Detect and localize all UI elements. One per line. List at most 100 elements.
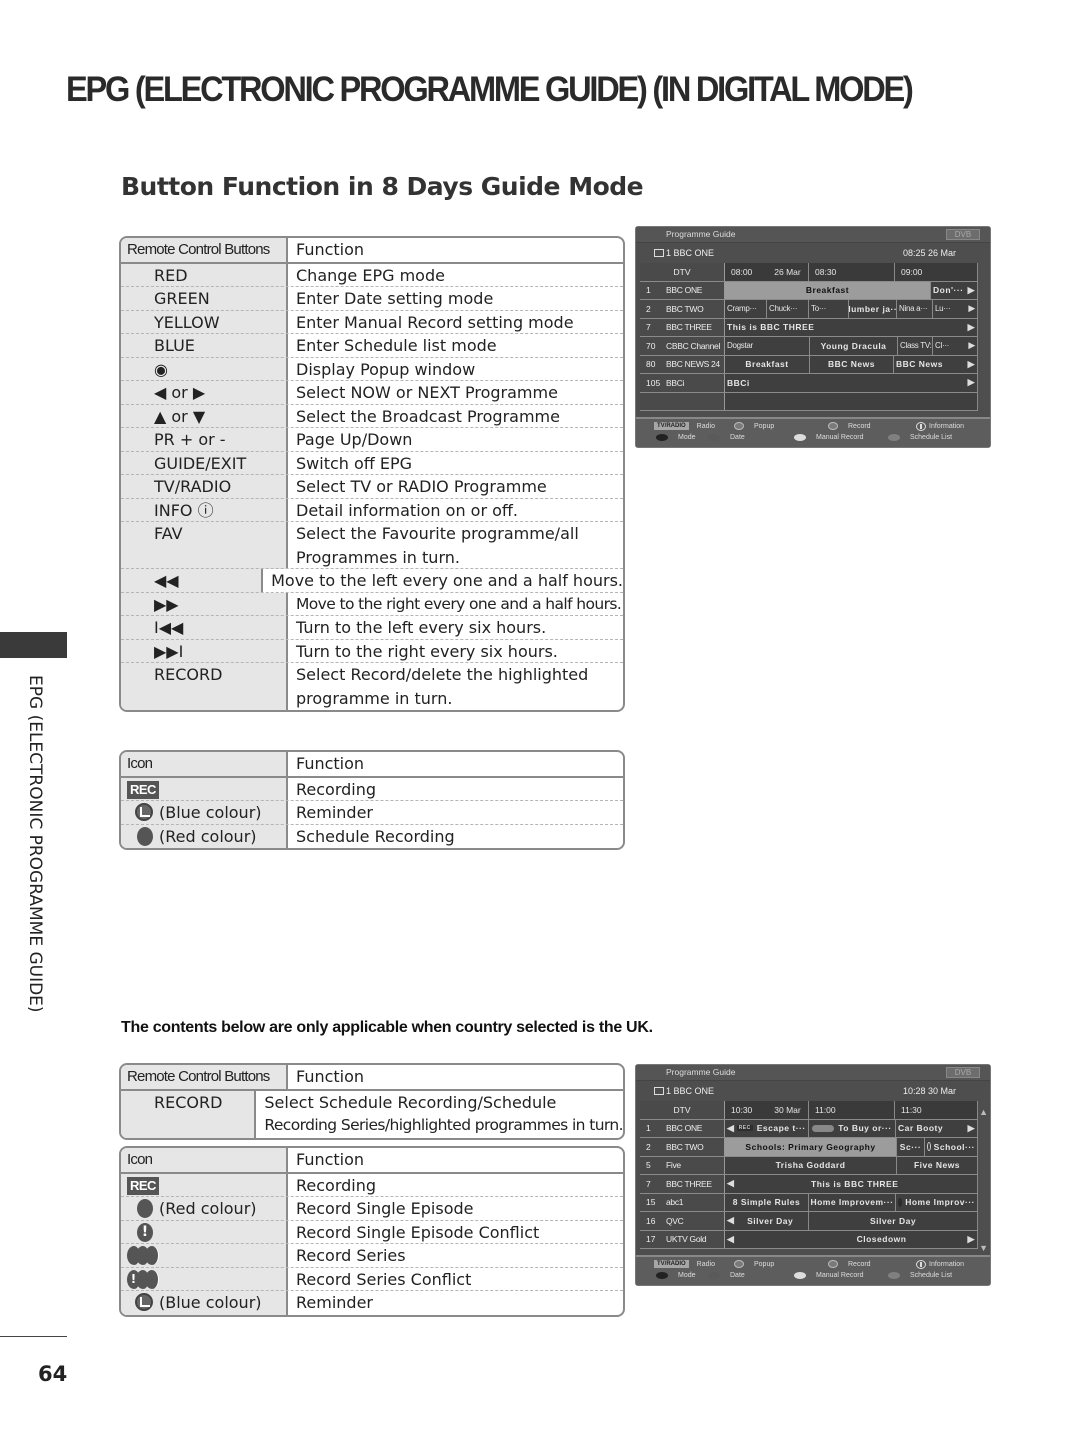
channel-number: 2 <box>646 1141 651 1152</box>
function-text: Change EPG mode <box>296 265 445 285</box>
programme-cell[interactable]: Lu··· ▶ <box>933 300 978 318</box>
scroll-left-icon: ◀ <box>727 1122 735 1133</box>
programme-cell[interactable]: Chuck··· <box>767 300 809 318</box>
channel-name: BBC ONE <box>666 285 703 296</box>
scroll-right-icon: ▶ <box>967 377 975 388</box>
programme-cell[interactable]: ◀ Closedown ▶ <box>725 1230 978 1248</box>
reminder-clock-icon <box>135 1293 153 1311</box>
programme-cell[interactable]: Class TV:- <box>898 337 933 355</box>
programme-title: Cl··· <box>935 341 950 351</box>
programme-cell[interactable]: BBC News ▶ <box>894 355 978 373</box>
programme-cell[interactable]: Home Improvem··· <box>809 1193 896 1211</box>
legend-popup: Popup <box>754 1260 775 1268</box>
epg-channel-row[interactable] <box>640 392 978 411</box>
epg-channel-row[interactable]: 7 BBC THREE ◀ This is BBC THREE <box>640 1175 978 1194</box>
channel-number: 16 <box>646 1215 656 1226</box>
programme-title: Chuck··· <box>769 304 798 314</box>
table-row: Record Series Conflict <box>121 1267 623 1291</box>
current-channel: 1 BBC ONE <box>654 248 714 258</box>
programme-cell[interactable]: Young Dracula <box>810 337 898 355</box>
programme-cell[interactable]: Trisha Goddard <box>725 1156 897 1174</box>
programme-cell[interactable]: School··· <box>925 1138 978 1156</box>
reminder-clock-icon <box>927 1142 931 1152</box>
table-header: Remote Control Buttons Function <box>121 238 623 264</box>
epg-header-row: DTV 08:00 26 Mar 08:30 09:00 <box>640 263 978 282</box>
table-row: TV/RADIO Select TV or RADIO Programme <box>121 475 623 499</box>
programme-cell[interactable]: Breakfast <box>725 281 931 299</box>
epg-grid: DTV 08:00 26 Mar 08:30 09:00 1 BBC ONE Breakfas… <box>640 263 978 411</box>
time-slot-2: 08:30 <box>815 266 837 277</box>
epg-channel-row[interactable]: 16 QVC ◀ Silver Day Silver Day <box>640 1212 978 1231</box>
programme-cell[interactable]: Home Improv··· <box>896 1193 978 1211</box>
epg-channel-row[interactable]: 1 BBC ONE ◀ REC Escape t··· To Buy or··· Car B… <box>640 1119 978 1138</box>
tv-radio-button[interactable]: TV/RADIO <box>654 422 689 430</box>
programme-cell[interactable]: Dogstar <box>725 337 810 355</box>
programme-cell[interactable]: Nina a··· <box>897 300 933 318</box>
epg-title: Programme Guide <box>666 1067 736 1077</box>
button-name: ◀◀ <box>154 571 179 590</box>
scroll-down-icon[interactable]: ▼ <box>979 1243 988 1253</box>
epg-channel-row[interactable]: 7 BBC THREE This is BBC THREE ▶ <box>640 318 978 337</box>
programme-title: Schools: Primary Geography <box>745 1141 876 1152</box>
programme-cell[interactable]: Silver Day <box>809 1212 978 1230</box>
programme-cell[interactable]: Don'··· ▶ <box>931 281 978 299</box>
table-row: Record Single Episode Conflict <box>121 1220 623 1244</box>
scroll-up-icon[interactable]: ▲ <box>979 1107 988 1117</box>
programme-cell[interactable]: Cramp··· <box>725 300 767 318</box>
programme-title: Lu··· <box>935 304 951 314</box>
col-header-function: Function <box>296 754 365 773</box>
programme-title: Nina a··· <box>899 304 928 314</box>
programme-cell[interactable]: Number ja··· <box>849 300 897 318</box>
red-button-icon <box>656 434 668 441</box>
epg-channel-row[interactable]: 1 BBC ONE Breakfast Don'··· ▶ <box>640 281 978 300</box>
reminder-clock-icon <box>135 803 153 821</box>
function-text: Recording <box>296 1175 377 1195</box>
function-text: Reminder <box>296 1293 373 1312</box>
current-time: 08:25 26 Mar <box>902 248 956 258</box>
record-dot-icon <box>137 826 153 846</box>
programme-cell[interactable]: BBC News <box>810 355 894 373</box>
programme-title: Dogstar <box>727 341 753 351</box>
programme-title: BBCi <box>727 377 750 388</box>
function-text: Page Up/Down <box>296 430 413 449</box>
programme-cell[interactable]: Cl··· ▶ <box>933 337 978 355</box>
programme-title: Sc··· <box>899 1141 922 1152</box>
programme-cell[interactable]: ◀ This is BBC THREE <box>725 1175 978 1193</box>
button-name: TV/RADIO <box>154 477 232 496</box>
epg-channel-row[interactable]: 80 BBC NEWS 24 Breakfast BBC News BBC News ▶ <box>640 355 978 374</box>
col-header-icon: Icon <box>127 1151 153 1168</box>
epg-channel-row[interactable]: 2 BBC TWO Cramp··· Chuck··· To··· Number ja··… <box>640 300 978 319</box>
programme-cell[interactable] <box>725 392 978 410</box>
programme-cell[interactable]: Five News <box>897 1156 978 1174</box>
epg-screen-uk: Programme Guide DVB 1 BBC ONE 10:28 30 Mar D… <box>635 1064 991 1286</box>
programme-cell[interactable]: To··· <box>809 300 849 318</box>
epg-channel-row[interactable]: 15 abc1 8 Simple Rules Home Improvem··· Home… <box>640 1193 978 1212</box>
programme-cell[interactable]: BBCi ▶ <box>725 374 978 392</box>
legend-mode: Mode <box>678 434 696 441</box>
epg-channel-row[interactable]: 2 BBC TWO Schools: Primary Geography Sc··· S… <box>640 1138 978 1157</box>
channel-name: BBC THREE <box>666 322 712 333</box>
epg-channel-row[interactable]: 17 UKTV Gold ◀ Closedown ▶ <box>640 1230 978 1249</box>
epg-channel-row[interactable]: 70 CBBC Channel Dogstar Young Dracula Class … <box>640 337 978 356</box>
epg-channel-row[interactable]: 105 BBCi BBCi ▶ <box>640 374 978 393</box>
programme-cell[interactable]: Car Booty ▶ <box>896 1119 978 1137</box>
programme-cell[interactable]: Schools: Primary Geography <box>725 1138 897 1156</box>
programme-cell[interactable]: ◀ REC Escape t··· <box>725 1119 809 1137</box>
table-row: ◉ Display Popup window <box>121 357 623 381</box>
scroll-right-icon: ▶ <box>967 321 975 332</box>
programme-cell[interactable]: To Buy or··· <box>809 1119 896 1137</box>
tv-icon <box>654 1087 664 1095</box>
table-row: RECORD Select Schedule Recording/Schedule… <box>121 1090 623 1138</box>
tv-radio-button[interactable]: TV/RADIO <box>654 1260 689 1268</box>
programme-cell[interactable]: This is BBC THREE ▶ <box>725 318 978 336</box>
epg-channel-row[interactable]: 5 Five Trisha Goddard Five News <box>640 1156 978 1175</box>
record-series-icon <box>812 1124 835 1132</box>
col-header-icon: Icon <box>127 755 153 772</box>
programme-cell[interactable]: Sc··· <box>897 1138 925 1156</box>
epg-grid: DTV 10:30 30 Mar 11:00 11:30 1 BBC ONE ◀ REC Esca… <box>640 1101 978 1249</box>
programme-cell[interactable]: Breakfast <box>725 355 810 373</box>
programme-cell[interactable]: 8 Simple Rules <box>725 1193 809 1211</box>
function-text: Record Single Episode Conflict <box>296 1222 540 1242</box>
programme-cell[interactable]: ◀ Silver Day <box>725 1212 809 1230</box>
col-header-function: Function <box>296 1150 365 1169</box>
